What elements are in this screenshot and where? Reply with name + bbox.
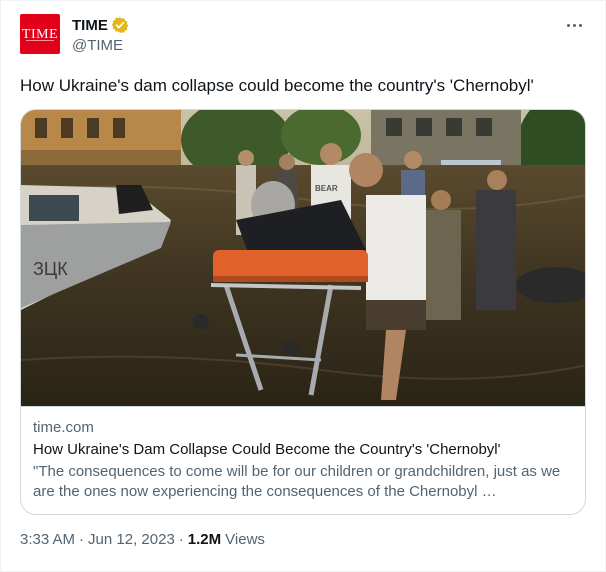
tweet-time[interactable]: 3:33 AM (20, 531, 75, 548)
card-image[interactable]: ЗЦК BEAR (21, 110, 586, 406)
more-horizontal-icon[interactable] (561, 14, 587, 36)
meta-separator: · (178, 531, 184, 548)
tweet[interactable]: TIME TIME @TIME How Ukraine's dam collap… (0, 0, 606, 572)
card-title[interactable]: How Ukraine's Dam Collapse Could Become … (33, 440, 573, 460)
shirt-text: BEAR (315, 184, 338, 193)
meta-separator: · (79, 531, 85, 548)
tweet-date[interactable]: Jun 12, 2023 (88, 531, 175, 548)
views-label[interactable]: Views (225, 531, 265, 548)
card-body: time.com How Ukraine's Dam Collapse Coul… (33, 418, 573, 502)
tweet-text: How Ukraine's dam collapse could become … (20, 76, 534, 95)
card-description: "The consequences to come will be for ou… (33, 463, 561, 500)
tweet-meta: 3:33 AM · Jun 12, 2023 · 1.2M Views (20, 531, 265, 548)
display-name[interactable]: TIME (72, 17, 108, 34)
views-count[interactable]: 1.2M (188, 531, 221, 548)
handle[interactable]: @TIME (72, 37, 129, 54)
boat-hull-text: ЗЦК (33, 259, 68, 279)
author-block: TIME @TIME (72, 15, 129, 54)
tweet-header: TIME TIME @TIME (20, 14, 591, 56)
link-card[interactable]: ЗЦК BEAR time.com How Ukraine's Dam Coll… (20, 109, 586, 515)
verified-badge-icon (111, 17, 129, 33)
avatar[interactable]: TIME (20, 14, 60, 54)
display-name-row: TIME (72, 15, 129, 35)
card-domain: time.com (33, 419, 94, 436)
